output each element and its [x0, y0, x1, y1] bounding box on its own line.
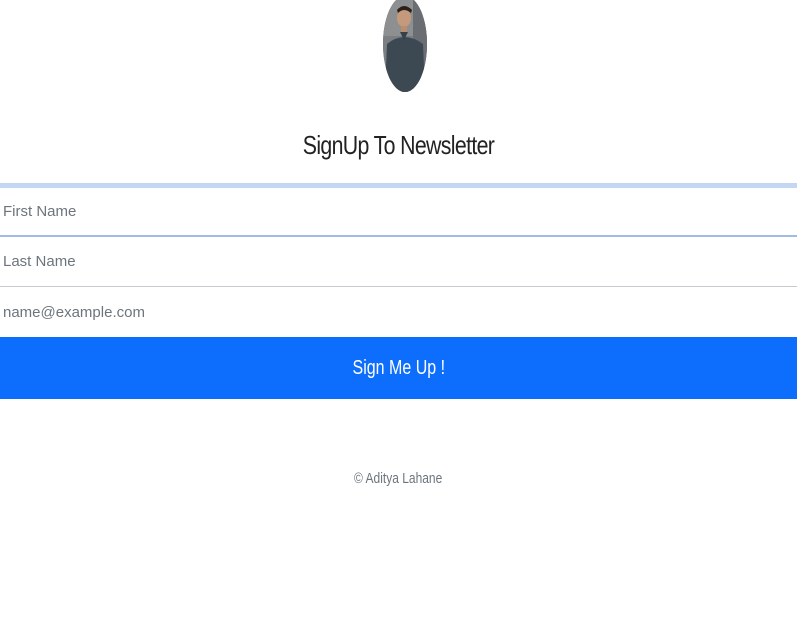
email-input[interactable]: [0, 287, 797, 337]
page-title: SignUp To Newsletter: [302, 130, 495, 160]
sign-me-up-label: Sign Me Up !: [352, 356, 445, 379]
profile-photo-icon: [383, 0, 427, 92]
copyright-text: © Aditya Lahane: [354, 470, 443, 487]
avatar: [383, 0, 427, 92]
first-name-input[interactable]: [0, 183, 797, 237]
newsletter-form: Sign Me Up !: [0, 183, 797, 399]
signup-page: SignUp To Newsletter Sign Me Up ! © Adit…: [0, 0, 797, 623]
last-name-input[interactable]: [0, 237, 797, 287]
footer: © Aditya Lahane: [0, 470, 797, 487]
sign-me-up-button[interactable]: Sign Me Up !: [0, 337, 797, 399]
